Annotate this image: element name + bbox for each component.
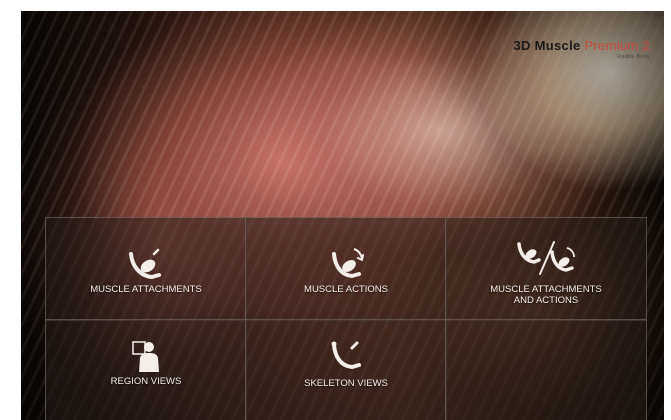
muscle-actions-label: MUSCLE ACTIONS bbox=[304, 284, 388, 295]
app-title: 3D Muscle Premium 2 bbox=[514, 38, 650, 53]
muscle-attachments-and-actions-button[interactable]: MUSCLE ATTACHMENTS AND ACTIONS bbox=[445, 217, 647, 321]
body-region-icon bbox=[132, 341, 159, 372]
label-line-2: AND ACTIONS bbox=[513, 295, 579, 306]
label-line-1: MUSCLE ATTACHMENTS bbox=[490, 284, 602, 295]
region-views-button[interactable]: REGION VIEWS bbox=[45, 319, 247, 420]
app-logo: 3D Muscle Premium 2 Visible Body bbox=[514, 38, 650, 60]
attachments-actions-icon bbox=[517, 241, 575, 275]
muscle-rotate-icon bbox=[332, 248, 364, 279]
muscle-arm-icon bbox=[129, 248, 161, 280]
region-views-label: REGION VIEWS bbox=[110, 376, 182, 387]
app-window: 3D Muscle Premium 2 Visible Body MUSCLE … bbox=[21, 11, 664, 420]
app-title-main: 3D Muscle bbox=[513, 38, 585, 53]
muscle-attachments-and-actions-label: MUSCLE ATTACHMENTS AND ACTIONS bbox=[446, 284, 646, 306]
skeleton-views-label: SKELETON VIEWS bbox=[304, 378, 388, 389]
muscle-attachments-label: MUSCLE ATTACHMENTS bbox=[90, 284, 202, 295]
muscle-actions-button[interactable]: MUSCLE ACTIONS bbox=[245, 217, 447, 321]
main-menu-grid: MUSCLE ATTACHMENTS MUSCLE ACTIONS MUSCLE… bbox=[45, 217, 647, 420]
skeleton-views-button[interactable]: SKELETON VIEWS bbox=[245, 319, 447, 420]
app-title-highlight: Premium 2 bbox=[584, 38, 650, 53]
muscle-attachments-button[interactable]: MUSCLE ATTACHMENTS bbox=[45, 217, 247, 321]
bone-arm-icon bbox=[331, 341, 361, 370]
empty-tile bbox=[445, 319, 647, 420]
app-subtitle: Visible Body bbox=[616, 54, 650, 60]
